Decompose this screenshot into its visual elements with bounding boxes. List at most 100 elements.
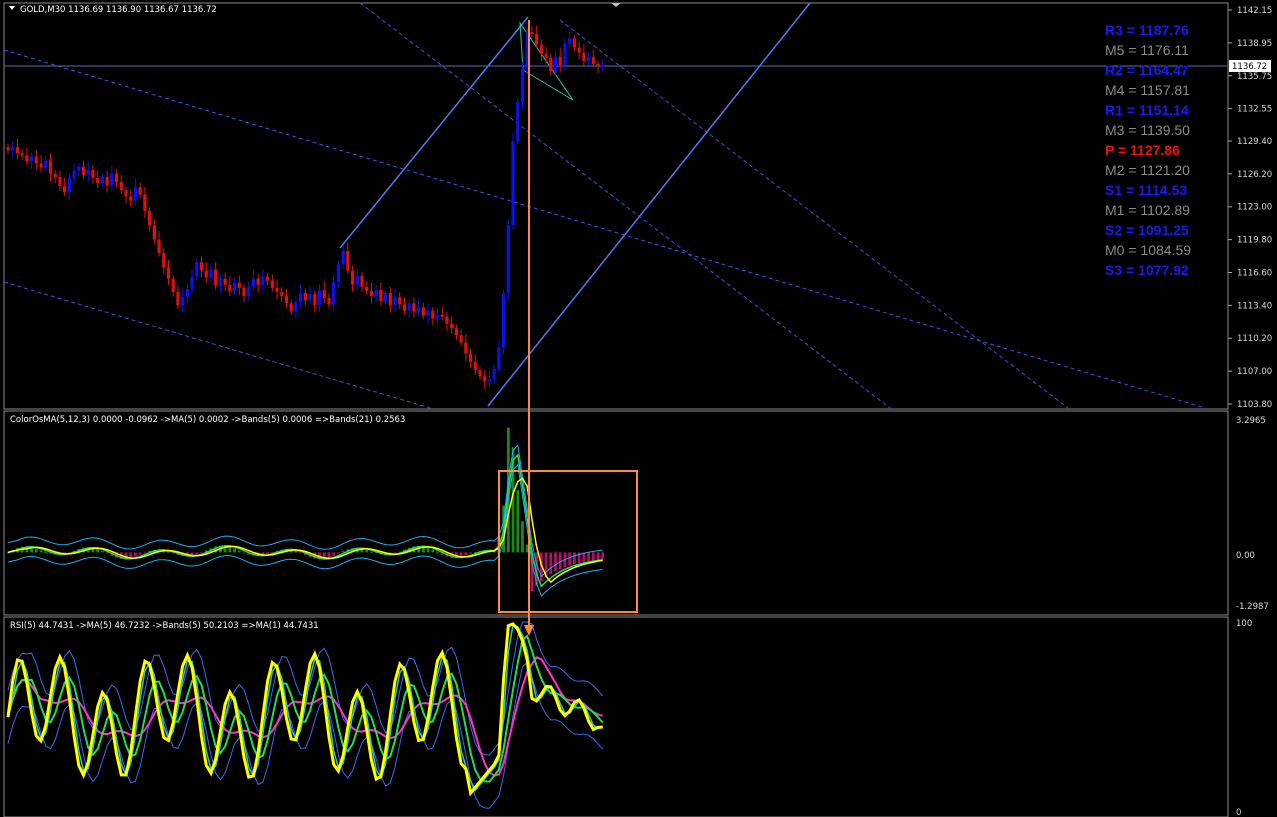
candle-body	[520, 69, 525, 102]
candle-body	[44, 160, 48, 168]
candle-body	[190, 276, 194, 289]
candle-body	[6, 147, 10, 151]
candle-body	[511, 140, 515, 226]
osma-bar	[521, 521, 524, 553]
pivot-label: R3 = 1187.76	[1105, 22, 1189, 38]
candle-body	[601, 65, 605, 67]
candle-body	[275, 287, 279, 293]
candle-body	[199, 262, 204, 271]
candle-body	[67, 177, 71, 193]
candle-body	[209, 269, 213, 278]
osma-bar	[337, 552, 340, 554]
candle-body	[77, 166, 81, 171]
osma-tick-max: 3.2965	[1236, 416, 1266, 426]
osma-bar	[44, 552, 48, 554]
candle-body	[48, 160, 53, 174]
pivot-label: M5 = 1176.11	[1105, 42, 1189, 58]
candle-body	[195, 262, 199, 277]
candle-body	[596, 63, 600, 66]
candle-body	[407, 303, 411, 311]
candle-body	[582, 52, 586, 61]
candle-body	[72, 170, 76, 178]
candle-body	[535, 34, 539, 45]
candle-body	[284, 296, 289, 304]
scroll-marker-icon[interactable]	[611, 3, 621, 7]
candle-body	[483, 376, 487, 382]
candle-body	[176, 292, 180, 306]
candle-body	[445, 316, 449, 324]
osma-bar	[554, 552, 557, 572]
main-panel-title: GOLD,M30 1136.69 1136.90 1136.67 1136.72	[20, 5, 217, 15]
candle-body	[218, 278, 222, 286]
candle-body	[379, 289, 383, 302]
candle-body	[96, 177, 100, 184]
candle-body	[237, 282, 241, 288]
price-tick-label: 1123.00	[1237, 203, 1272, 213]
candle-body	[417, 307, 421, 312]
candle-body	[34, 156, 38, 164]
candle-body	[591, 56, 595, 64]
candle-body	[39, 163, 43, 168]
osma-bar	[228, 546, 232, 553]
candle-body	[124, 190, 128, 197]
pivot-label: M0 = 1084.59	[1105, 242, 1191, 258]
osma-bar	[39, 550, 43, 553]
osma-bar	[516, 490, 520, 553]
dropdown-triangle-icon[interactable]	[9, 6, 15, 10]
osma-bar	[195, 552, 199, 555]
candle-body	[502, 293, 506, 348]
rsi-tick-max: 100	[1236, 619, 1252, 629]
candle-body	[553, 56, 558, 72]
candle-body	[431, 310, 435, 319]
rsi-indicator	[6, 621, 604, 809]
osma-bar	[426, 547, 430, 553]
osma-bar	[431, 549, 435, 553]
candle-body	[133, 187, 138, 201]
candle-body	[492, 369, 496, 380]
candle-body	[586, 56, 591, 61]
osma-bar	[200, 552, 203, 554]
pivot-levels: R3 = 1187.76 M5 = 1176.11 R2 = 1164.47 M4 =…	[1105, 22, 1191, 278]
pivot-label: P = 1127.86	[1105, 142, 1180, 158]
osma-bar	[101, 551, 104, 553]
osma-bar	[96, 549, 100, 553]
candle-body	[289, 303, 293, 312]
rsi-panel-frame	[3, 616, 1229, 817]
candle-body	[214, 269, 218, 286]
candle-body	[119, 182, 123, 191]
trading-chart-window: 1142.15 1138.95 1135.75 1132.55 1129.40 1126.…	[3, 2, 1272, 817]
candle-body	[11, 147, 15, 151]
candle-body	[435, 314, 440, 319]
price-tick-label: 1126.20	[1237, 170, 1272, 180]
candle-body	[143, 194, 147, 211]
rsi-tick-min: 0	[1236, 808, 1241, 817]
osma-bar	[294, 550, 298, 553]
osma-panel-title: ColorOsMA(5,12,3) 0.0000 -0.0962 ->MA(5)…	[10, 415, 405, 425]
highlight-box	[498, 470, 638, 613]
candle-body	[299, 293, 303, 303]
osma-bar	[568, 552, 572, 566]
candle-body	[223, 278, 227, 285]
pivot-label: S2 = 1091.25	[1105, 222, 1189, 238]
candle-body	[105, 176, 109, 186]
candle-body	[355, 275, 359, 285]
candle-body	[270, 280, 274, 288]
price-tick-label: 1138.95	[1237, 39, 1272, 49]
price-tick-label: 1129.40	[1237, 137, 1272, 147]
osma-bar	[464, 552, 468, 556]
candle-body	[454, 327, 458, 336]
current-price-label: 1136.72	[1232, 62, 1267, 72]
candle-body	[440, 314, 444, 317]
price-tick-label: 1132.55	[1237, 105, 1272, 115]
candle-body	[346, 250, 350, 271]
osma-bar	[266, 552, 269, 554]
price-tick-label: 1116.60	[1237, 268, 1272, 278]
pivot-label: M4 = 1157.81	[1105, 82, 1190, 98]
pivot-label: M2 = 1121.20	[1105, 162, 1190, 178]
candle-body	[412, 303, 416, 312]
osma-panel-frame	[3, 410, 1229, 616]
pivot-label: M3 = 1139.50	[1105, 122, 1190, 138]
pivot-label: R2 = 1164.47	[1105, 62, 1189, 78]
candle-body	[86, 169, 90, 175]
osma-bar	[591, 552, 595, 561]
